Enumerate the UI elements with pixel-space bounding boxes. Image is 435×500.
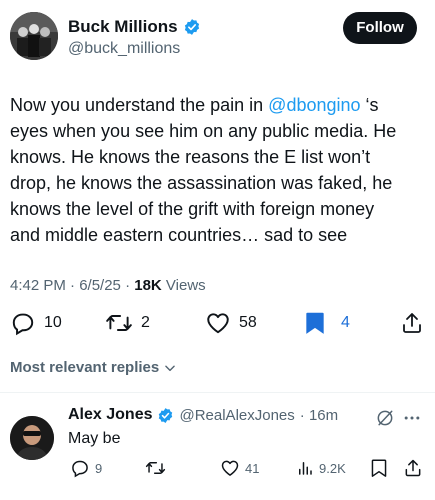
reply-views-action[interactable]: 9.2K — [296, 458, 346, 478]
tweet-meta: 4:42 PM · 6/5/25 · 18K Views — [10, 277, 206, 294]
views-label: Views — [161, 277, 206, 294]
reply-time[interactable]: · 16m — [300, 407, 338, 424]
share-button[interactable] — [400, 311, 424, 340]
share-icon — [405, 459, 421, 477]
more-icon — [404, 416, 420, 420]
bookmark-count: 4 — [341, 314, 350, 331]
author-handle[interactable]: @buck_millions — [68, 40, 180, 58]
reply-like-count: 41 — [245, 460, 260, 476]
author-name[interactable]: Buck Millions — [68, 17, 178, 37]
section-divider — [0, 392, 435, 393]
chevron-down-icon — [165, 365, 176, 371]
grok-button[interactable] — [375, 408, 395, 433]
reply-reply-action[interactable]: 9 — [70, 458, 102, 478]
like-action[interactable]: 58 — [205, 310, 257, 336]
retweet-icon — [106, 315, 132, 331]
share-icon — [403, 313, 421, 333]
reply-reply-count: 9 — [95, 460, 103, 476]
replies-sort-label: Most relevant replies — [10, 359, 160, 376]
reply-bookmark-button[interactable] — [370, 458, 388, 483]
retweet-count: 2 — [141, 314, 150, 331]
tweet-text-end: ‘s eyes when you see him on any public m… — [10, 95, 397, 245]
replies-sort-dropdown[interactable]: Most relevant replies — [10, 359, 177, 376]
author-avatar-image — [10, 12, 58, 60]
grok-icon — [377, 410, 393, 426]
reply-icon — [72, 460, 88, 478]
verified-badge-icon — [184, 19, 199, 35]
tweet-timestamp[interactable]: 4:42 PM · 6/5/25 · — [10, 277, 134, 294]
tweet-text-start: Now you understand the pain in — [10, 95, 269, 115]
more-button[interactable] — [402, 408, 422, 433]
reply-author-handle[interactable]: @RealAlexJones — [179, 407, 294, 424]
bookmark-icon — [371, 459, 387, 477]
like-icon — [221, 460, 239, 476]
reply-views-count: 9.2K — [319, 460, 346, 476]
reply-text: May be — [68, 430, 121, 447]
reply-icon — [12, 313, 34, 336]
like-count: 58 — [239, 314, 257, 331]
retweet-action[interactable]: 2 — [105, 310, 150, 336]
reply-avatar[interactable] — [10, 416, 54, 460]
author-avatar[interactable] — [10, 12, 58, 60]
reply-author-name[interactable]: Alex Jones — [68, 406, 152, 424]
reply-like-action[interactable]: 41 — [220, 458, 259, 478]
retweet-icon — [145, 462, 166, 474]
follow-button[interactable]: Follow — [343, 12, 417, 44]
reply-action[interactable]: 10 — [10, 310, 62, 336]
reply-avatar-image — [10, 416, 54, 460]
tweet-text: Now you understand the pain in @dbongino… — [10, 92, 430, 248]
bookmark-icon — [306, 312, 324, 334]
reply-share-button[interactable] — [403, 458, 423, 483]
bookmark-action[interactable]: 4 — [303, 310, 350, 336]
views-icon — [299, 462, 312, 475]
mention-link[interactable]: @dbongino — [268, 95, 360, 115]
verified-badge-icon — [159, 407, 173, 423]
reply-retweet-action[interactable] — [145, 458, 166, 478]
views-count: 18K — [134, 277, 162, 294]
reply-count: 10 — [44, 314, 62, 331]
like-icon — [207, 313, 229, 334]
